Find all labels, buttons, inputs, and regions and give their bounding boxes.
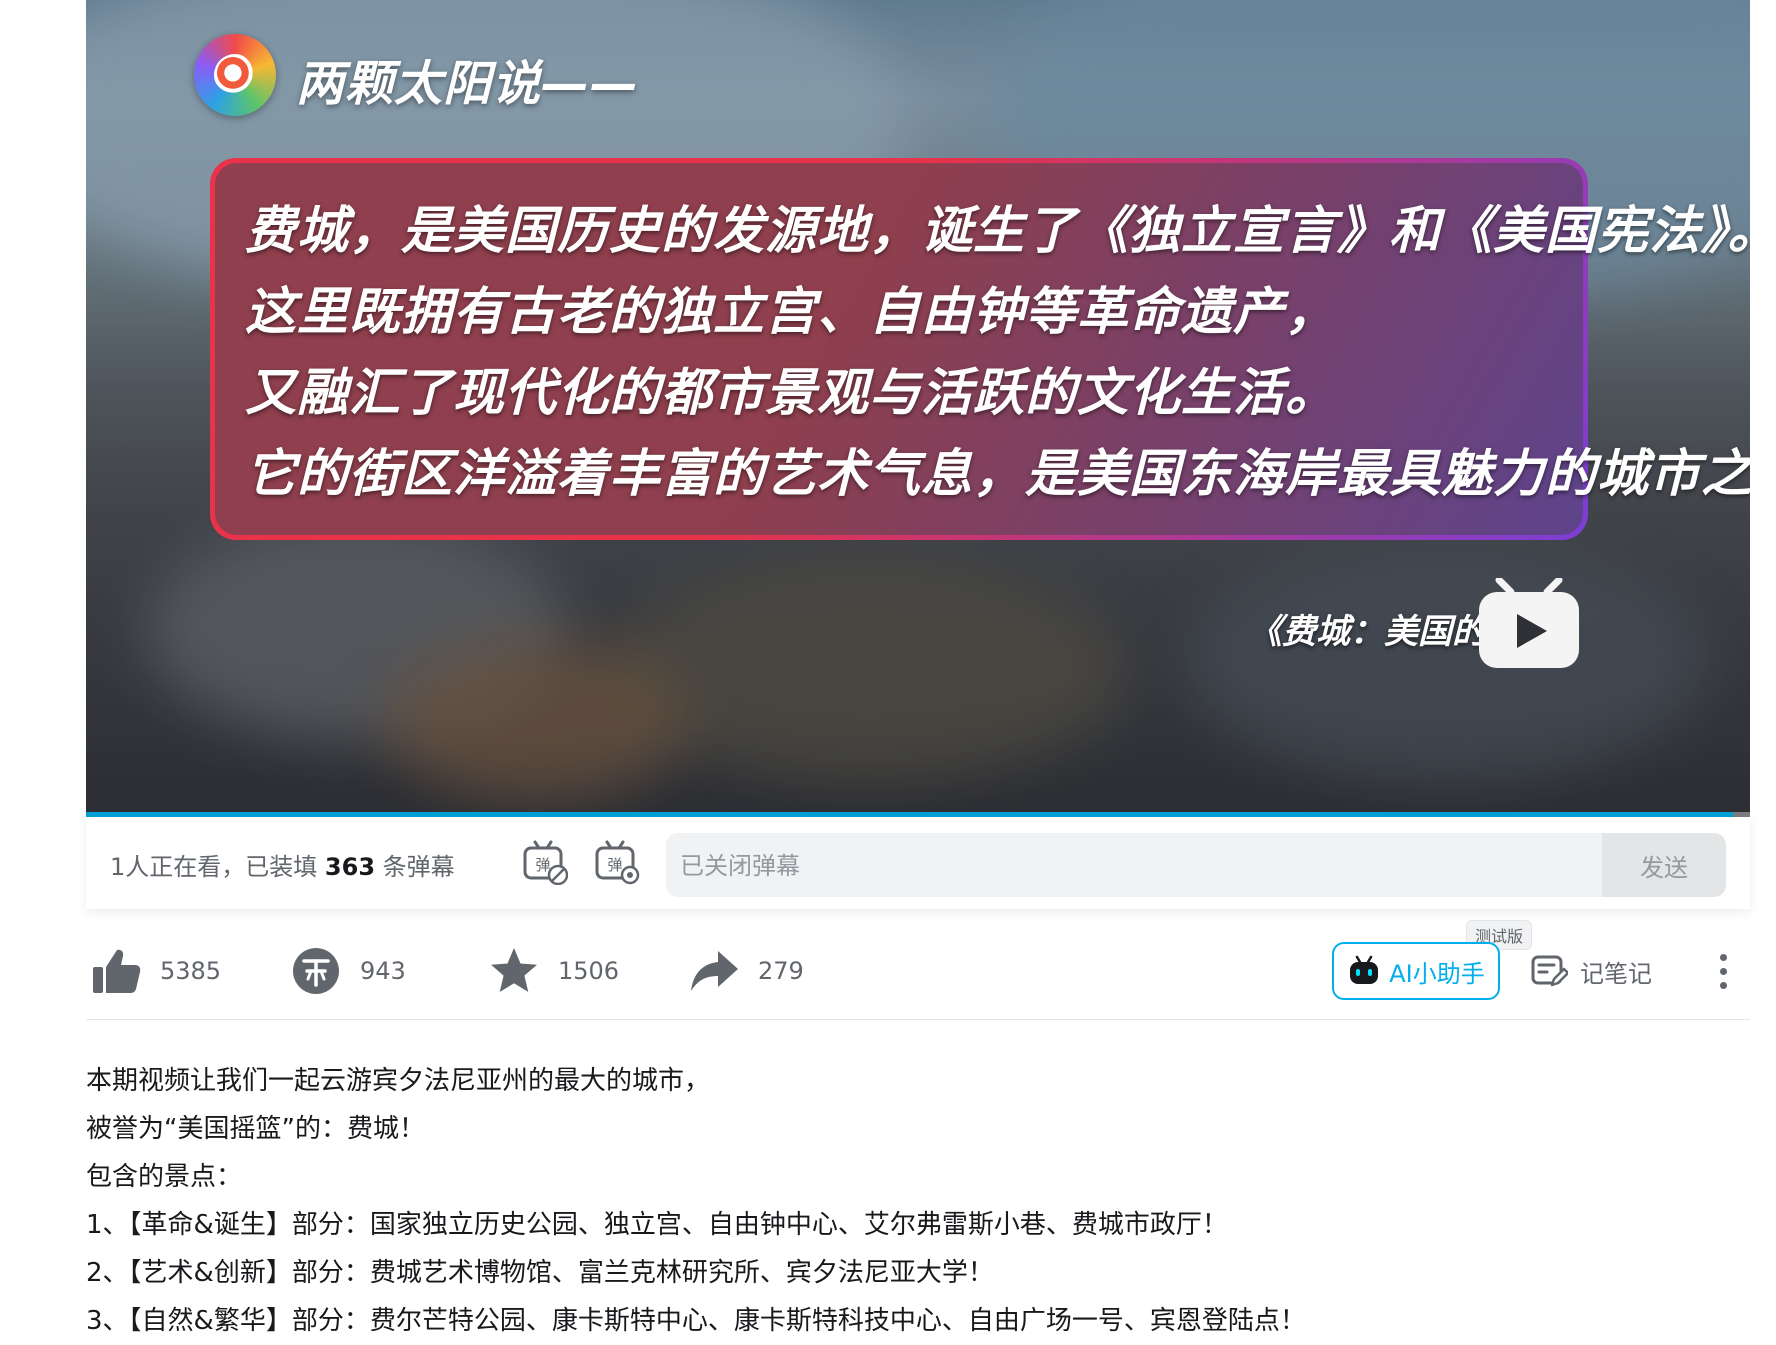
viewers-text: 1人正在看，已装填 xyxy=(110,853,318,881)
danmaku-input-wrap: 发送 xyxy=(666,833,1726,897)
video-description: 本期视频让我们一起云游宾夕法尼亚州的最大的城市， 被誉为“美国摇篮”的：费城！ … xyxy=(86,1057,1750,1345)
description-line: 被誉为“美国摇篮”的：费城！ xyxy=(86,1114,425,1144)
section-divider xyxy=(86,1019,1750,1020)
danmaku-setting-icon[interactable]: 弹 xyxy=(594,839,640,885)
quote-frame: 费城，是美国历史的发源地，诞生了《独立宣言》和《美国宪法》。 这里既拥有古老的独… xyxy=(210,158,1750,540)
danmaku-input[interactable] xyxy=(666,833,1602,897)
svg-text:弹: 弹 xyxy=(535,856,550,874)
coin-count: 943 xyxy=(360,957,406,985)
like-count: 5385 xyxy=(160,957,222,985)
favorite-button[interactable]: 1506 xyxy=(488,942,619,1000)
note-edit-icon xyxy=(1531,955,1568,987)
more-options-icon[interactable] xyxy=(1708,946,1738,996)
robot-icon xyxy=(1350,955,1379,984)
quote-inner: 费城，是美国历史的发源地，诞生了《独立宣言》和《美国宪法》。 这里既拥有古老的独… xyxy=(215,163,1750,535)
danmaku-count-suffix: 条弹幕 xyxy=(382,853,455,881)
description-line: 本期视频让我们一起云游宾夕法尼亚州的最大的城市， xyxy=(86,1066,711,1096)
video-player[interactable]: 两颗太阳说—— 费城，是美国历史的发源地，诞生了《独立宣言》和《美国宪法》。 这… xyxy=(86,0,1750,817)
description-line: 2、【艺术&创新】部分：费城艺术博物馆、富兰克林研究所、宾夕法尼亚大学！ xyxy=(86,1258,994,1288)
danmaku-off-icon[interactable]: 弹 xyxy=(522,839,568,885)
more-dot xyxy=(1719,967,1727,975)
description-line: 1、【革命&诞生】部分：国家独立历史公园、独立宫、自由钟中心、艾尔弗雷斯小巷、费… xyxy=(86,1210,1228,1240)
share-button[interactable]: 279 xyxy=(688,942,804,1000)
ai-assistant-button[interactable]: AI小助手 xyxy=(1332,942,1500,1000)
description-line: 3、【自然&繁华】部分：费尔芒特公园、康卡斯特中心、康卡斯特科技中心、自由广场一… xyxy=(86,1306,1306,1336)
ai-assistant-label: AI小助手 xyxy=(1389,959,1485,988)
more-dot xyxy=(1719,953,1727,961)
take-note-button[interactable]: 记笔记 xyxy=(1530,942,1652,1000)
bilibili-tv-play-icon[interactable] xyxy=(1477,578,1581,670)
danmaku-count: 363 xyxy=(324,853,376,881)
share-count: 279 xyxy=(758,957,804,985)
channel-name: 两颗太阳说—— xyxy=(296,56,640,112)
like-button[interactable]: 5385 xyxy=(90,942,221,1000)
coin-icon xyxy=(293,948,339,994)
quote-line: 这里既拥有古老的独立宫、自由钟等革命遗产， xyxy=(245,283,1338,342)
danmaku-stat: 1人正在看，已装填 363 条弹幕 xyxy=(110,847,455,882)
share-arrow-icon xyxy=(691,951,738,991)
quote-line: 又融汇了现代化的都市景观与活跃的文化生活。 xyxy=(245,364,1338,423)
danmaku-send-button[interactable]: 发送 xyxy=(1602,833,1726,897)
description-line: 包含的景点： xyxy=(86,1162,243,1192)
svg-text:弹: 弹 xyxy=(607,856,622,874)
action-toolbar: 5385 943 1506 279 测试版 AI小助手 记笔记 xyxy=(86,920,1750,1006)
quote-line: 它的街区洋溢着丰富的艺术气息，是美国东海岸最具魅力的城市之一。 xyxy=(245,445,1750,504)
channel-logo-icon xyxy=(194,34,276,116)
star-icon xyxy=(491,948,537,992)
favorite-count: 1506 xyxy=(558,957,620,985)
take-note-label: 记笔记 xyxy=(1580,959,1652,988)
quote-line: 费城，是美国历史的发源地，诞生了《独立宣言》和《美国宪法》。 xyxy=(245,202,1750,261)
thumbs-up-icon xyxy=(93,949,141,993)
danmaku-bar: 1人正在看，已装填 363 条弹幕 弹 弹 发送 xyxy=(86,817,1750,909)
more-dot xyxy=(1719,981,1727,989)
coin-button[interactable]: 943 xyxy=(290,942,406,1000)
